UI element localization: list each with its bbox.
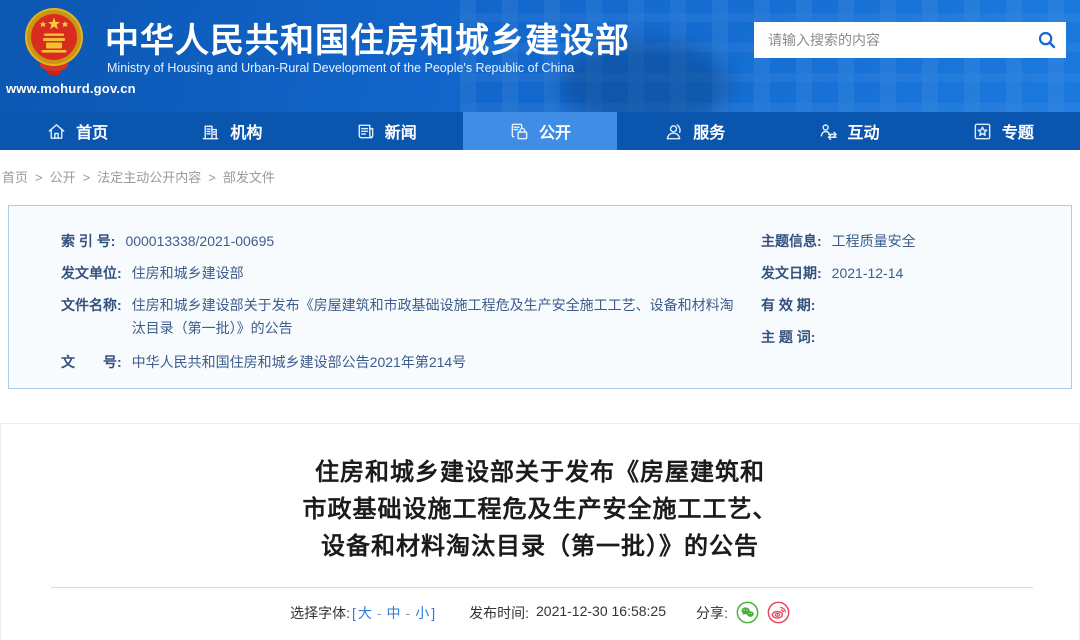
article-panel: 住房和城乡建设部关于发布《房屋建筑和 市政基础设施工程危及生产安全施工工艺、 设… [0,423,1080,640]
info-row-issue-date: 发文日期: 2021-12-14 [761,263,1061,283]
nav-item-interaction[interactable]: 互动 [771,112,925,150]
info-label: 索 引 号: [61,231,115,251]
breadcrumb-ministry-docs[interactable]: 部发文件 [223,170,275,185]
breadcrumb: 首页 > 公开 > 法定主动公开内容 > 部发文件 [2,167,275,186]
info-row-file-name: 文件名称: 住房和城乡建设部关于发布《房屋建筑和市政基础设施工程危及生产安全施工… [61,295,751,340]
info-label: 发文日期: [761,263,822,283]
site-header: www.mohurd.gov.cn 中华人民共和国住房和城乡建设部 Minist… [0,0,1080,112]
site-url: www.mohurd.gov.cn [6,81,136,96]
home-icon [46,121,67,142]
info-row-keywords: 主 题 词: [761,327,1061,347]
info-left-column: 索 引 号: 000013338/2021-00695 发文单位: 住房和城乡建… [61,231,751,384]
font-size-small-button[interactable]: 小 [415,603,429,623]
info-row-topic-info: 主题信息: 工程质量安全 [761,231,1061,251]
info-value: 住房和城乡建设部 [132,263,244,283]
title-divider [51,587,1033,588]
font-bracket-close: ] [431,605,435,621]
nav-item-org[interactable]: 机构 [154,112,308,150]
nav-label: 机构 [230,119,262,143]
article-toolbar: 选择字体: [ 大 - 中 - 小 ] 发布时间: 2021-12-30 16:… [1,601,1079,624]
article-title-line: 市政基础设施工程危及生产安全施工工艺、 [1,491,1079,528]
nav-item-service[interactable]: 服务 [617,112,771,150]
nav-label: 公开 [539,119,571,143]
font-size-label: 选择字体: [290,603,350,623]
document-info-box: 索 引 号: 000013338/2021-00695 发文单位: 住房和城乡建… [8,205,1072,389]
search-box [754,22,1066,58]
site-title-en: Ministry of Housing and Urban-Rural Deve… [107,61,574,75]
nav-item-home[interactable]: 首页 [0,112,154,150]
article-title: 住房和城乡建设部关于发布《房屋建筑和 市政基础设施工程危及生产安全施工工艺、 设… [1,454,1079,565]
font-separator: - [377,605,382,621]
breadcrumb-separator: > [83,170,91,185]
info-row-doc-number: 文 号: 中华人民共和国住房和城乡建设部公告2021年第214号 [61,352,751,372]
breadcrumb-separator: > [208,170,216,185]
star-box-icon [972,121,993,142]
breadcrumb-separator: > [35,170,43,185]
info-value: 000013338/2021-00695 [125,231,274,251]
disclosure-lock-icon [509,121,530,142]
wechat-icon[interactable] [736,601,759,624]
nav-item-topics[interactable]: 专题 [926,112,1080,150]
breadcrumb-disclosure[interactable]: 公开 [50,170,76,185]
news-icon [355,121,376,142]
nav-label: 服务 [693,119,725,143]
font-size-large-button[interactable]: 大 [358,603,372,623]
article-title-line: 住房和城乡建设部关于发布《房屋建筑和 [1,454,1079,491]
font-separator: - [406,605,411,621]
breadcrumb-home[interactable]: 首页 [2,170,28,185]
info-label: 发文单位: [61,263,122,283]
search-input[interactable] [754,22,1028,58]
nav-item-disclosure[interactable]: 公开 [463,112,617,150]
info-row-issuing-unit: 发文单位: 住房和城乡建设部 [61,263,751,283]
publish-time-label: 发布时间: [469,603,529,623]
nav-label: 首页 [76,119,108,143]
share-label: 分享: [696,603,728,623]
national-emblem [23,5,85,79]
search-icon[interactable] [1028,22,1066,58]
font-bracket-open: [ [352,605,356,621]
info-right-column: 主题信息: 工程质量安全 发文日期: 2021-12-14 有 效 期: 主 题… [761,231,1061,359]
share-group: 分享: [696,601,790,624]
info-label: 文件名称: [61,295,122,315]
info-label: 文 号: [61,352,122,372]
info-value: 住房和城乡建设部关于发布《房屋建筑和市政基础设施工程危及生产安全施工工艺、设备和… [132,294,742,340]
info-row-index-number: 索 引 号: 000013338/2021-00695 [61,231,751,251]
nav-label: 专题 [1002,119,1034,143]
nav-label: 新闻 [385,119,417,143]
nav-label: 互动 [848,119,880,143]
info-row-validity: 有 效 期: [761,295,1061,315]
weibo-icon[interactable] [767,601,790,624]
font-size-medium-button[interactable]: 中 [387,603,401,623]
publish-time-value: 2021-12-30 16:58:25 [536,603,666,623]
site-title-cn: 中华人民共和国住房和城乡建设部 [105,13,630,62]
main-nav: 首页 机构 新闻 公开 服务 互动 专题 [0,112,1080,150]
info-label: 主 题 词: [761,327,815,347]
article-title-line: 设备和材料淘汰目录（第一批）》的公告 [1,528,1079,565]
interaction-arrows-icon [818,121,839,142]
info-value: 中华人民共和国住房和城乡建设部公告2021年第214号 [132,352,467,372]
info-label: 主题信息: [761,231,822,251]
info-value: 2021-12-14 [832,263,904,283]
publish-time-group: 发布时间: 2021-12-30 16:58:25 [469,603,666,623]
nav-item-news[interactable]: 新闻 [309,112,463,150]
info-label: 有 效 期: [761,295,815,315]
breadcrumb-statutory[interactable]: 法定主动公开内容 [97,170,201,185]
info-value: 工程质量安全 [832,231,916,251]
service-person-icon [663,121,684,142]
building-icon [200,121,221,142]
